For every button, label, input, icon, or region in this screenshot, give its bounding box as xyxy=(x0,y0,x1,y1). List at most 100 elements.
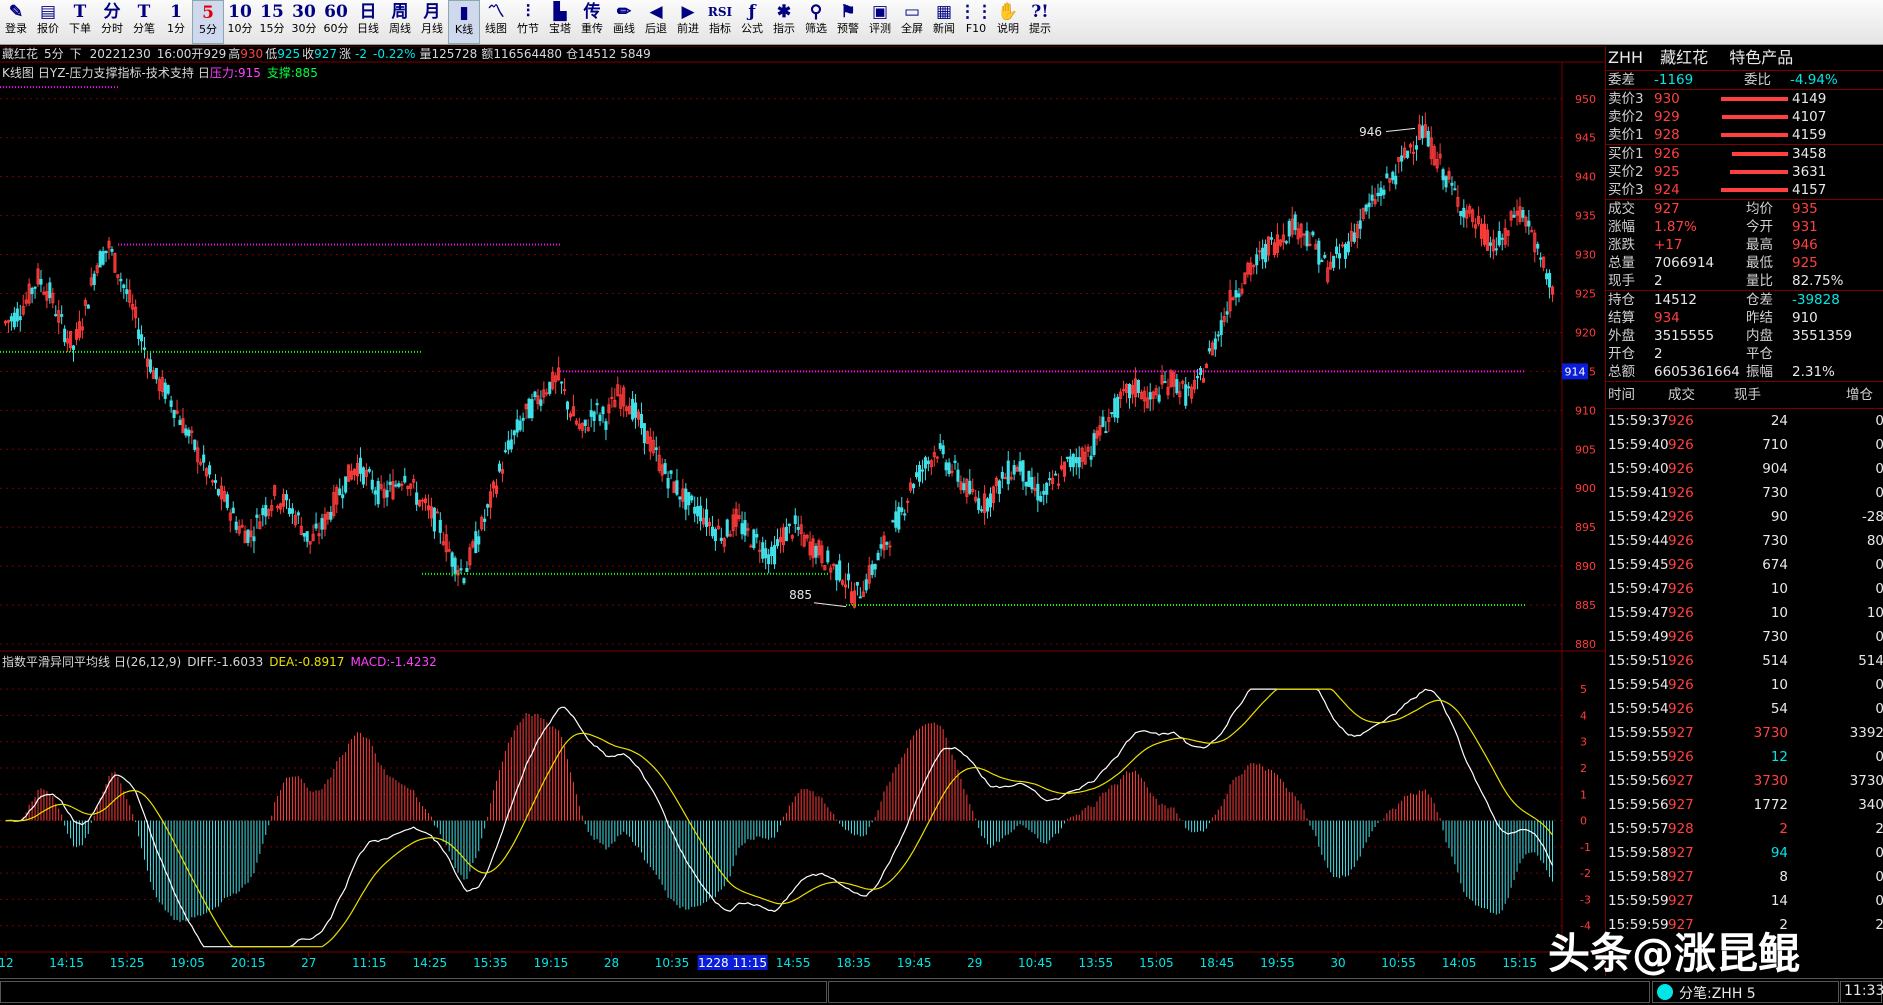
toolbar-guide-button[interactable]: ✱ 指示 xyxy=(768,0,800,44)
down-candle xyxy=(1539,257,1543,260)
down-candle xyxy=(148,359,152,373)
toolbar-help-button[interactable]: ✋ 说明 xyxy=(992,0,1024,44)
toolbar-filter-button[interactable]: ⚲ 筛选 xyxy=(800,0,832,44)
toolbar-order-button[interactable]: T 下单 xyxy=(64,0,96,44)
toolbar-news-button[interactable]: ▦ 新闻 xyxy=(928,0,960,44)
toolbar-quote-button[interactable]: ▤ 报价 xyxy=(32,0,64,44)
toolbar-15min-button[interactable]: 15 15分 xyxy=(256,0,288,44)
toolbar-tip-button[interactable]: ?! 提示 xyxy=(1024,0,1056,44)
toolbar-month-button[interactable]: 月月线 xyxy=(416,0,448,44)
up-candle xyxy=(906,500,910,503)
tick-price: 926 xyxy=(1668,509,1694,525)
tick-row[interactable]: 15:59:51 926 514 514 xyxy=(1606,649,1883,673)
toolbar-draw-button[interactable]: ✏ 画线 xyxy=(608,0,640,44)
stat-row: 成交 927 均价 935 xyxy=(1606,200,1883,218)
toolbar-formula-button[interactable]: ƒ 公式 xyxy=(736,0,768,44)
down-candle xyxy=(154,367,158,380)
down-candle xyxy=(397,483,401,487)
toolbar-tower-button[interactable]: ▙ 宝塔 xyxy=(544,0,576,44)
tick-row[interactable]: 15:59:42 926 90 -28 xyxy=(1606,505,1883,529)
down-candle xyxy=(509,439,513,450)
bid-label: 买价3 xyxy=(1608,182,1644,198)
toolbar-day-button[interactable]: 日日线 xyxy=(352,0,384,44)
toolbar-1min-button[interactable]: 1 1分 xyxy=(160,0,192,44)
down-candle xyxy=(373,490,377,495)
bid-level-row[interactable]: 买价1 926 3458 xyxy=(1606,145,1883,163)
toolbar-kline-button[interactable]: ▮ K线 xyxy=(448,0,480,44)
toolbar-linechart-button[interactable]: 〽线图 xyxy=(480,0,512,44)
toolbar-evaluate-button[interactable]: ▣ 评测 xyxy=(864,0,896,44)
tick-row[interactable]: 15:59:58 927 94 0 xyxy=(1606,841,1883,865)
down-candle xyxy=(1225,311,1229,315)
kline-chart[interactable]: 950 945 940 935 930 925 920 915 910 905 900 895 890 8… xyxy=(0,46,1605,976)
toolbar-30min-button[interactable]: 30 30分 xyxy=(288,0,320,44)
up-candle xyxy=(1258,250,1262,253)
toolbar-ref-button[interactable]: 传重传 xyxy=(576,0,608,44)
toolbar-fullscreen-button[interactable]: ▭ 全屏 xyxy=(896,0,928,44)
info-field: (26,12,9) xyxy=(126,655,181,669)
up-candle xyxy=(1302,233,1306,236)
toolbar-bamboo-button[interactable]: ⫶ 竹节 xyxy=(512,0,544,44)
toolbar-label: F10 xyxy=(965,22,987,35)
toolbar-pen-button[interactable]: ✎ 登录 xyxy=(0,0,32,44)
toolbar-forward-button[interactable]: ▶ 前进 xyxy=(672,0,704,44)
up-candle xyxy=(421,499,425,502)
tick-row[interactable]: 15:59:58 927 8 0 xyxy=(1606,865,1883,889)
tick-row[interactable]: 15:59:37 926 24 0 xyxy=(1606,409,1883,433)
tick-row[interactable]: 15:59:55 926 12 0 xyxy=(1606,745,1883,769)
tick-time: 15:59:44 xyxy=(1608,533,1669,549)
ask-level-row[interactable]: 卖价3 930 4149 xyxy=(1606,90,1883,108)
toolbar-timeshare-button[interactable]: 分分时 xyxy=(96,0,128,44)
tick-row[interactable]: 15:59:54 926 54 0 xyxy=(1606,697,1883,721)
down-candle xyxy=(388,481,392,485)
toolbar-alert-button[interactable]: ⚑ 预警 xyxy=(832,0,864,44)
down-candle xyxy=(1444,176,1448,188)
down-candle xyxy=(601,406,605,415)
tick-list[interactable]: 15:59:37 926 24 0 15:59:40 926 710 0 15:59:40 926… xyxy=(1606,409,1883,937)
tick-row[interactable]: 15:59:57 928 2 2 xyxy=(1606,817,1883,841)
down-candle xyxy=(213,480,218,484)
down-candle xyxy=(988,493,993,508)
status-feed-box[interactable]: 分笔:ZHH 5 xyxy=(1652,981,1839,1003)
ask-level-row[interactable]: 卖价2 929 4107 xyxy=(1606,108,1883,126)
back-icon: ◀ xyxy=(649,2,663,22)
tick-row[interactable]: 15:59:59 927 14 0 xyxy=(1606,889,1883,913)
tick-row[interactable]: 15:59:47 926 10 0 xyxy=(1606,577,1883,601)
toolbar-indicator-button[interactable]: RSI 指标 xyxy=(704,0,736,44)
time-axis-label: 19:55 xyxy=(1260,956,1295,970)
bid-level-row[interactable]: 买价3 924 4157 xyxy=(1606,181,1883,199)
toolbar-week-button[interactable]: 周周线 xyxy=(384,0,416,44)
tick-row[interactable]: 15:59:40 926 904 0 xyxy=(1606,457,1883,481)
down-candle xyxy=(548,381,552,394)
tick-oi-change: 0 xyxy=(1875,557,1883,573)
ask-level-row[interactable]: 卖价1 928 4159 xyxy=(1606,126,1883,144)
tick-row[interactable]: 15:59:41 926 730 0 xyxy=(1606,481,1883,505)
down-candle xyxy=(642,423,646,444)
tick-row[interactable]: 15:59:40 926 710 0 xyxy=(1606,433,1883,457)
stat-value: 2.31% xyxy=(1792,364,1835,380)
toolbar-f10-button[interactable]: ⋮⋮ F10 xyxy=(959,0,993,44)
toolbar-10min-button[interactable]: 10 10分 xyxy=(224,0,256,44)
tick-row[interactable]: 15:59:56 927 1772 340 xyxy=(1606,793,1883,817)
tick-row[interactable]: 15:59:55 927 3730 3392 xyxy=(1606,721,1883,745)
toolbar-tick-button[interactable]: T 分笔 xyxy=(128,0,160,44)
toolbar-5min-button[interactable]: 5 5分 xyxy=(192,0,224,44)
tick-row[interactable]: 15:59:45 926 674 0 xyxy=(1606,553,1883,577)
tick-row[interactable]: 15:59:54 926 10 0 xyxy=(1606,673,1883,697)
toolbar-60min-button[interactable]: 60 60分 xyxy=(320,0,352,44)
down-candle xyxy=(1048,478,1052,481)
down-candle xyxy=(885,542,889,545)
toolbar-label: 周线 xyxy=(389,22,411,35)
tick-price: 926 xyxy=(1668,605,1694,621)
stat-label: 现手 xyxy=(1608,273,1635,289)
toolbar-label: 宝塔 xyxy=(549,22,571,35)
down-candle xyxy=(1414,145,1418,150)
tick-row[interactable]: 15:59:44 926 730 80 xyxy=(1606,529,1883,553)
tick-row[interactable]: 15:59:49 926 730 0 xyxy=(1606,625,1883,649)
down-candle xyxy=(1358,220,1362,229)
bid-level-row[interactable]: 买价2 925 3631 xyxy=(1606,163,1883,181)
toolbar-back-button[interactable]: ◀ 后退 xyxy=(640,0,672,44)
tick-row[interactable]: 15:59:56 927 3730 3730 xyxy=(1606,769,1883,793)
down-candle xyxy=(1500,237,1504,240)
tick-row[interactable]: 15:59:47 926 10 10 xyxy=(1606,601,1883,625)
